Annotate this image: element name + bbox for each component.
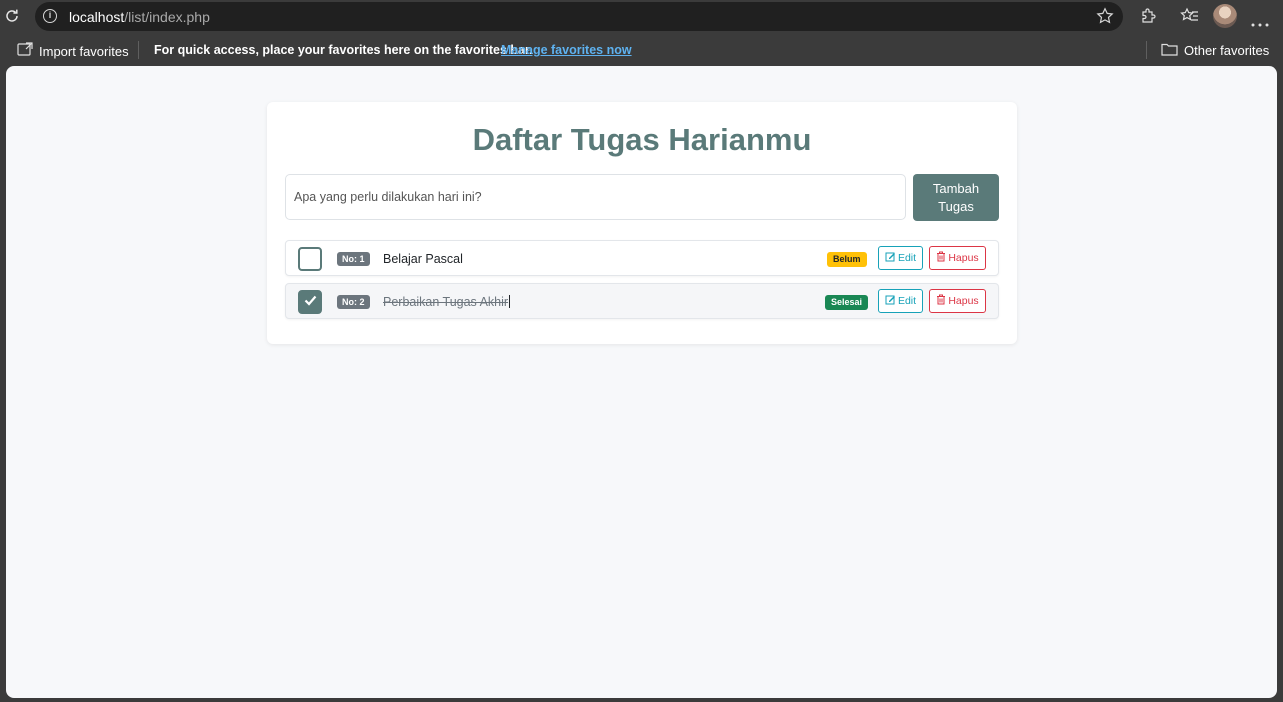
import-favorites-label: Import favorites [39, 43, 129, 59]
delete-button[interactable]: Hapus [929, 289, 986, 313]
info-icon[interactable]: i [43, 9, 57, 23]
more-icon[interactable] [1251, 14, 1269, 27]
task-checkbox[interactable] [298, 247, 322, 271]
status-badge: Selesai [825, 295, 869, 310]
edit-label: Edit [897, 252, 917, 264]
task-number-badge: No: 2 [337, 295, 370, 309]
extensions-icon[interactable] [1139, 7, 1157, 25]
avatar[interactable] [1213, 4, 1237, 28]
page-viewport: Daftar Tugas Harianmu Tambah Tugas No: 1… [6, 66, 1277, 698]
task-checkbox[interactable] [298, 290, 322, 314]
edit-label: Edit [897, 295, 917, 307]
status-badge: Belum [827, 252, 867, 267]
task-text: Belajar Pascal [383, 252, 463, 266]
check-icon [304, 293, 317, 311]
folder-icon [1161, 42, 1178, 59]
edit-button[interactable]: Edit [878, 289, 923, 313]
url-path: /list/index.php [124, 9, 210, 25]
todo-card: Daftar Tugas Harianmu Tambah Tugas No: 1… [267, 102, 1017, 344]
star-icon[interactable] [1096, 7, 1114, 25]
task-number-badge: No: 1 [337, 252, 370, 266]
delete-button[interactable]: Hapus [929, 246, 986, 270]
text-cursor [509, 295, 511, 308]
task-row: No: 2 Perbaikan Tugas Akhir Selesai Edit… [285, 283, 999, 319]
import-favorites-button[interactable]: Import favorites [17, 42, 129, 60]
browser-toolbar: i localhost/list/index.php [0, 0, 1283, 34]
other-favorites-button[interactable]: Other favorites [1161, 42, 1269, 59]
address-bar[interactable]: i localhost/list/index.php [35, 2, 1123, 31]
favorites-bar: Import favorites For quick access, place… [0, 34, 1283, 66]
task-text-value: Perbaikan Tugas Akhir [383, 295, 509, 309]
edit-button[interactable]: Edit [878, 246, 923, 270]
divider [138, 41, 139, 59]
trash-icon [936, 251, 946, 265]
edit-icon [885, 251, 896, 265]
edit-icon [885, 294, 896, 308]
other-favorites-label: Other favorites [1184, 43, 1270, 58]
page-title: Daftar Tugas Harianmu [472, 122, 812, 157]
reload-icon[interactable] [3, 7, 21, 25]
url-text[interactable]: localhost/list/index.php [69, 9, 210, 25]
divider [1146, 41, 1147, 59]
import-favorites-icon [17, 42, 33, 60]
add-task-button[interactable]: Tambah Tugas [913, 174, 999, 221]
delete-label: Hapus [948, 295, 979, 307]
task-row: No: 1 Belajar Pascal Belum Edit Hapus [285, 240, 999, 276]
favorites-icon[interactable] [1180, 7, 1199, 25]
delete-label: Hapus [948, 252, 979, 264]
url-host: localhost [69, 9, 125, 25]
task-text: Perbaikan Tugas Akhir [383, 295, 511, 309]
manage-favorites-link[interactable]: Manage favorites now [501, 43, 632, 57]
task-input[interactable] [285, 174, 906, 220]
trash-icon [936, 294, 946, 308]
favorites-message: For quick access, place your favorites h… [154, 43, 533, 57]
